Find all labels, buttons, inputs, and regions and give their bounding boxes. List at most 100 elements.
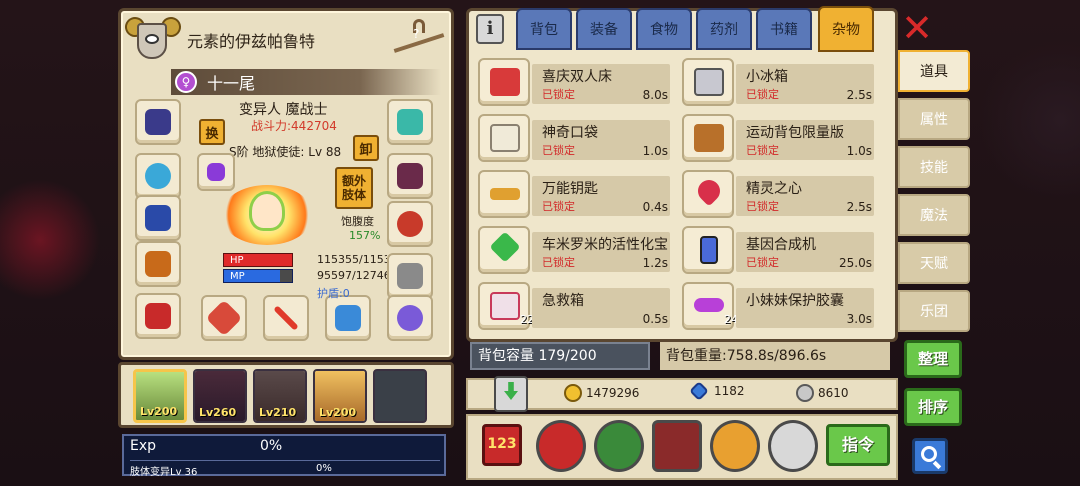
item-time: 3.0s	[846, 312, 872, 326]
side-tab-items[interactable]: 道具	[898, 50, 970, 92]
backpack-icon	[694, 124, 724, 152]
item-name: 喜庆双人床	[542, 69, 612, 85]
inventory-item[interactable]: 精灵之心 已锁定 2.5s	[680, 170, 880, 218]
silver-display: 8610	[796, 384, 849, 402]
side-tab-magic[interactable]: 魔法	[898, 194, 970, 236]
sort-button[interactable]: 排序	[904, 388, 962, 426]
hp-label: HP	[230, 255, 244, 266]
extra-limb-button[interactable]: 额外肢体	[335, 167, 373, 209]
item-time: 25.0s	[839, 256, 872, 270]
tab-backpack[interactable]: 背包	[516, 8, 572, 50]
fridge-icon	[694, 68, 724, 96]
tab-books[interactable]: 书籍	[756, 8, 812, 50]
mp-label: MP	[230, 271, 245, 282]
item-name: 小妹妹保护胶囊	[746, 293, 844, 309]
capsule-icon	[694, 298, 724, 312]
skill-break-icon[interactable]	[536, 420, 586, 472]
organize-button[interactable]: 整理	[904, 340, 962, 378]
party-member-2[interactable]: Lv260	[193, 369, 247, 423]
heart-icon	[693, 175, 725, 207]
inventory-item[interactable]: 运动背包限量版 已锁定 1.0s	[680, 114, 880, 162]
party-row: Lv200 Lv260 Lv210 Lv200	[118, 362, 454, 428]
equip-slot-ring[interactable]	[387, 295, 433, 341]
hp-value: 115355/115355	[317, 253, 387, 266]
dice-icon[interactable]	[652, 420, 702, 472]
side-tab-band[interactable]: 乐团	[898, 290, 970, 332]
equip-slot-armor[interactable]	[135, 195, 181, 241]
hero-title: 变异人 魔战士	[239, 102, 328, 118]
stack-button[interactable]: 123	[482, 424, 522, 466]
key-icon	[490, 188, 520, 200]
inventory-item[interactable]: 车米罗米的活性化宝 已锁定 1.2s	[476, 226, 676, 274]
satiety-label: 饱腹度	[341, 215, 374, 228]
equip-slot-belt[interactable]	[387, 201, 433, 247]
gem-value: 1182	[714, 384, 745, 398]
info-button[interactable]: i	[476, 14, 504, 44]
character-panel: 元素的伊兹帕鲁特 ? ♀ 十一尾 变异人 魔战士 战斗力:442704 S阶 地…	[118, 8, 454, 360]
equip-slot-gloves[interactable]	[135, 241, 181, 287]
swap-button[interactable]: 换	[199, 119, 225, 145]
party-empty-slot[interactable]	[373, 369, 427, 423]
equip-slot-amulet[interactable]	[135, 153, 181, 199]
command-button[interactable]: 指令	[826, 424, 890, 466]
item-time: 0.4s	[642, 200, 668, 214]
equip-slot-cloak[interactable]	[387, 153, 433, 199]
tab-food[interactable]: 食物	[636, 8, 692, 50]
item-name: 小冰箱	[746, 69, 788, 85]
skill-hands-icon[interactable]	[710, 420, 760, 472]
inventory-item[interactable]: 22 急救箱 0.5s	[476, 282, 676, 330]
download-button[interactable]	[494, 376, 528, 412]
exp-label: Exp	[130, 438, 157, 454]
bed-icon	[490, 68, 520, 96]
inventory-item[interactable]: 万能钥匙 已锁定 0.4s	[476, 170, 676, 218]
item-name: 基因合成机	[746, 237, 816, 253]
satiety-value: 157%	[349, 229, 381, 242]
skill-gear-icon[interactable]	[594, 420, 644, 472]
item-time: 1.0s	[642, 144, 668, 158]
equip-slot-weapon-fish[interactable]	[325, 295, 371, 341]
tab-equipment[interactable]: 装备	[576, 8, 632, 50]
female-class-icon: ♀	[175, 71, 197, 93]
item-time: 2.5s	[846, 88, 872, 102]
hourglass-icon[interactable]	[768, 420, 818, 472]
side-tab-attributes[interactable]: 属性	[898, 98, 970, 140]
party-level: Lv210	[259, 406, 297, 419]
backpack-capacity: 背包容量 179/200	[470, 342, 650, 370]
gold-display: 1479296	[564, 384, 639, 402]
item-status: 已锁定	[542, 88, 575, 101]
unequip-button[interactable]: 卸	[353, 135, 379, 161]
party-level: Lv260	[199, 406, 237, 419]
equip-slot-boots[interactable]	[135, 293, 181, 339]
item-status: 已锁定	[746, 256, 779, 269]
equip-slot-helmet[interactable]	[135, 99, 181, 145]
side-tab-talent[interactable]: 天赋	[898, 242, 970, 284]
tab-potion[interactable]: 药剂	[696, 8, 752, 50]
wardrobe-hanger-icon[interactable]: ?	[391, 19, 447, 59]
items-grid: 喜庆双人床 已锁定 8.0s 小冰箱 已锁定 2.5s 神奇口袋 已锁定 1.0…	[474, 58, 888, 330]
inventory-item[interactable]: 24 小妹妹保护胶囊 3.0s	[680, 282, 880, 330]
party-member-1[interactable]: Lv200	[133, 369, 187, 423]
inventory-item[interactable]: 神奇口袋 已锁定 1.0s	[476, 114, 676, 162]
inventory-item[interactable]: 小冰箱 已锁定 2.5s	[680, 58, 880, 106]
item-name: 万能钥匙	[542, 181, 598, 197]
inventory-item[interactable]: 喜庆双人床 已锁定 8.0s	[476, 58, 676, 106]
equip-slot-weapon-sword[interactable]	[263, 295, 309, 341]
side-tab-skills[interactable]: 技能	[898, 146, 970, 188]
inventory-item[interactable]: 基因合成机 已锁定 25.0s	[680, 226, 880, 274]
exp-box: Exp 0% 肢体变异Lv 36 0%	[122, 434, 446, 478]
search-icon[interactable]	[912, 438, 948, 474]
item-name: 神奇口袋	[542, 125, 598, 141]
mp-value: 95597/12746	[317, 269, 387, 282]
tab-misc[interactable]: 杂物	[818, 6, 874, 52]
combat-power: 战斗力:442704	[251, 119, 337, 133]
guild-emblem-icon[interactable]	[122, 14, 184, 63]
party-member-3[interactable]: Lv210	[253, 369, 307, 423]
close-icon[interactable]: ✕	[900, 9, 934, 47]
backpack-weight: 背包重量:758.8s/896.6s	[660, 342, 890, 370]
equip-slot-crest[interactable]	[387, 99, 433, 145]
equip-slot-weapon-axe[interactable]	[201, 295, 247, 341]
exp-value: 0%	[260, 438, 283, 454]
party-member-4[interactable]: Lv200	[313, 369, 367, 423]
shield-value: 护盾:0	[317, 287, 350, 300]
equip-slot-locked[interactable]	[387, 253, 433, 299]
